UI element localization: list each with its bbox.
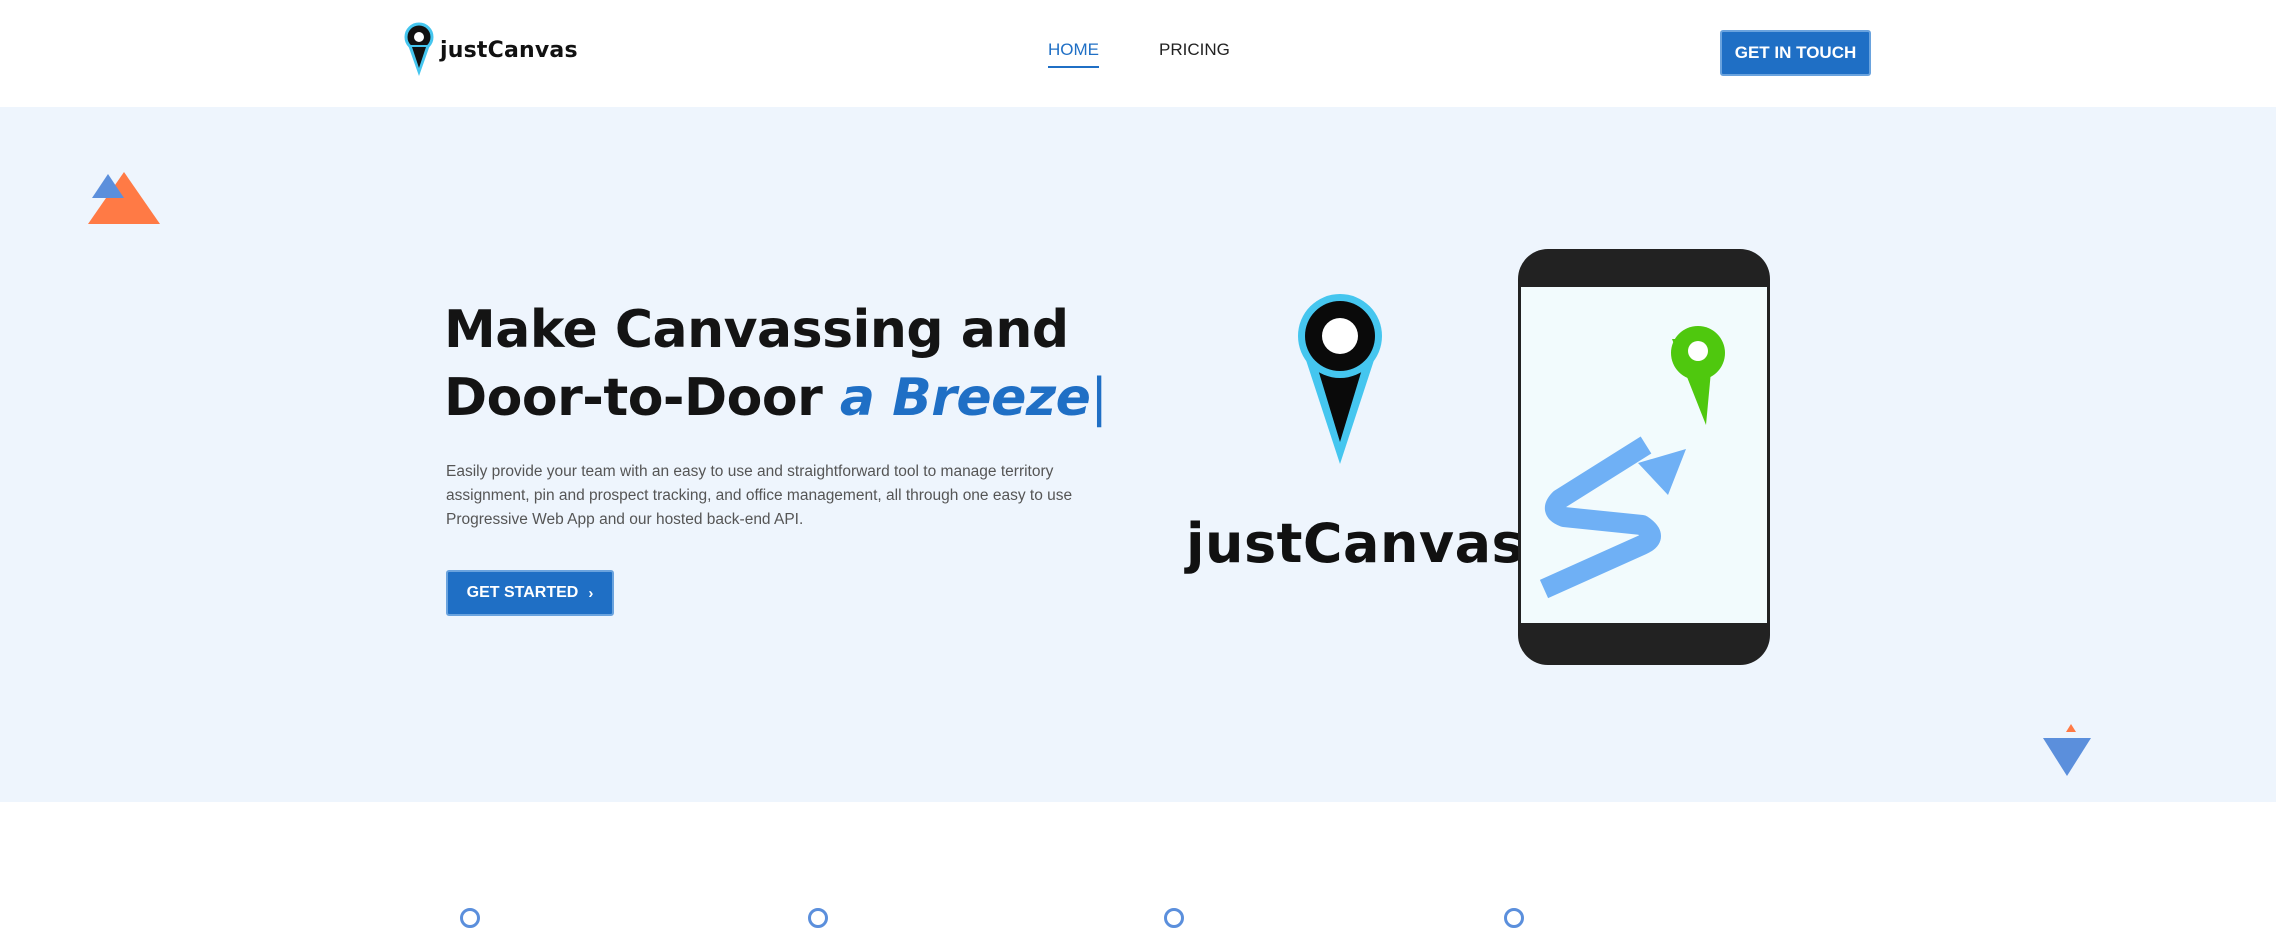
- nav-link-pricing[interactable]: PRICING: [1159, 40, 1230, 68]
- feature-icon: [808, 908, 828, 928]
- get-started-label: GET STARTED: [466, 584, 579, 601]
- feature-icon: [1504, 908, 1524, 928]
- map-pin-illustration-icon: [1298, 294, 1382, 464]
- triangles-decoration-icon: [88, 172, 160, 224]
- hero-headline: Make Canvassing and Door-to-Door a Breez…: [444, 296, 1144, 432]
- main-nav: HOME PRICING: [1048, 40, 1290, 68]
- nav-link-home[interactable]: HOME: [1048, 40, 1099, 68]
- feature-icon: [1164, 908, 1184, 928]
- headline-accent: a Breeze: [839, 368, 1091, 428]
- get-in-touch-button[interactable]: GET IN TOUCH: [1720, 30, 1871, 76]
- site-header: justCanvas HOME PRICING GET IN TOUCH: [0, 0, 2276, 107]
- map-pin-logo-icon: [404, 22, 434, 76]
- chevron-right-icon: ›: [588, 584, 594, 602]
- triangle-down-decoration-icon: [2043, 724, 2091, 776]
- phone-illustration-icon: [1518, 249, 1770, 665]
- get-started-button[interactable]: GET STARTED ›: [446, 570, 614, 616]
- hero-section: [0, 107, 2276, 802]
- headline-line-2-prefix: Door-to-Door: [444, 368, 840, 428]
- headline-line-2: Door-to-Door a Breeze|: [444, 364, 1144, 432]
- headline-line-1: Make Canvassing and: [444, 300, 1069, 360]
- hero-description: Easily provide your team with an easy to…: [446, 463, 1073, 528]
- illustration-brand-name: justCanvas: [1186, 512, 1525, 575]
- feature-icon: [460, 908, 480, 928]
- brand-logo[interactable]: justCanvas: [404, 22, 578, 78]
- brand-name: justCanvas: [440, 37, 578, 63]
- typing-cursor: |: [1090, 368, 1108, 428]
- features-section: [0, 802, 2276, 916]
